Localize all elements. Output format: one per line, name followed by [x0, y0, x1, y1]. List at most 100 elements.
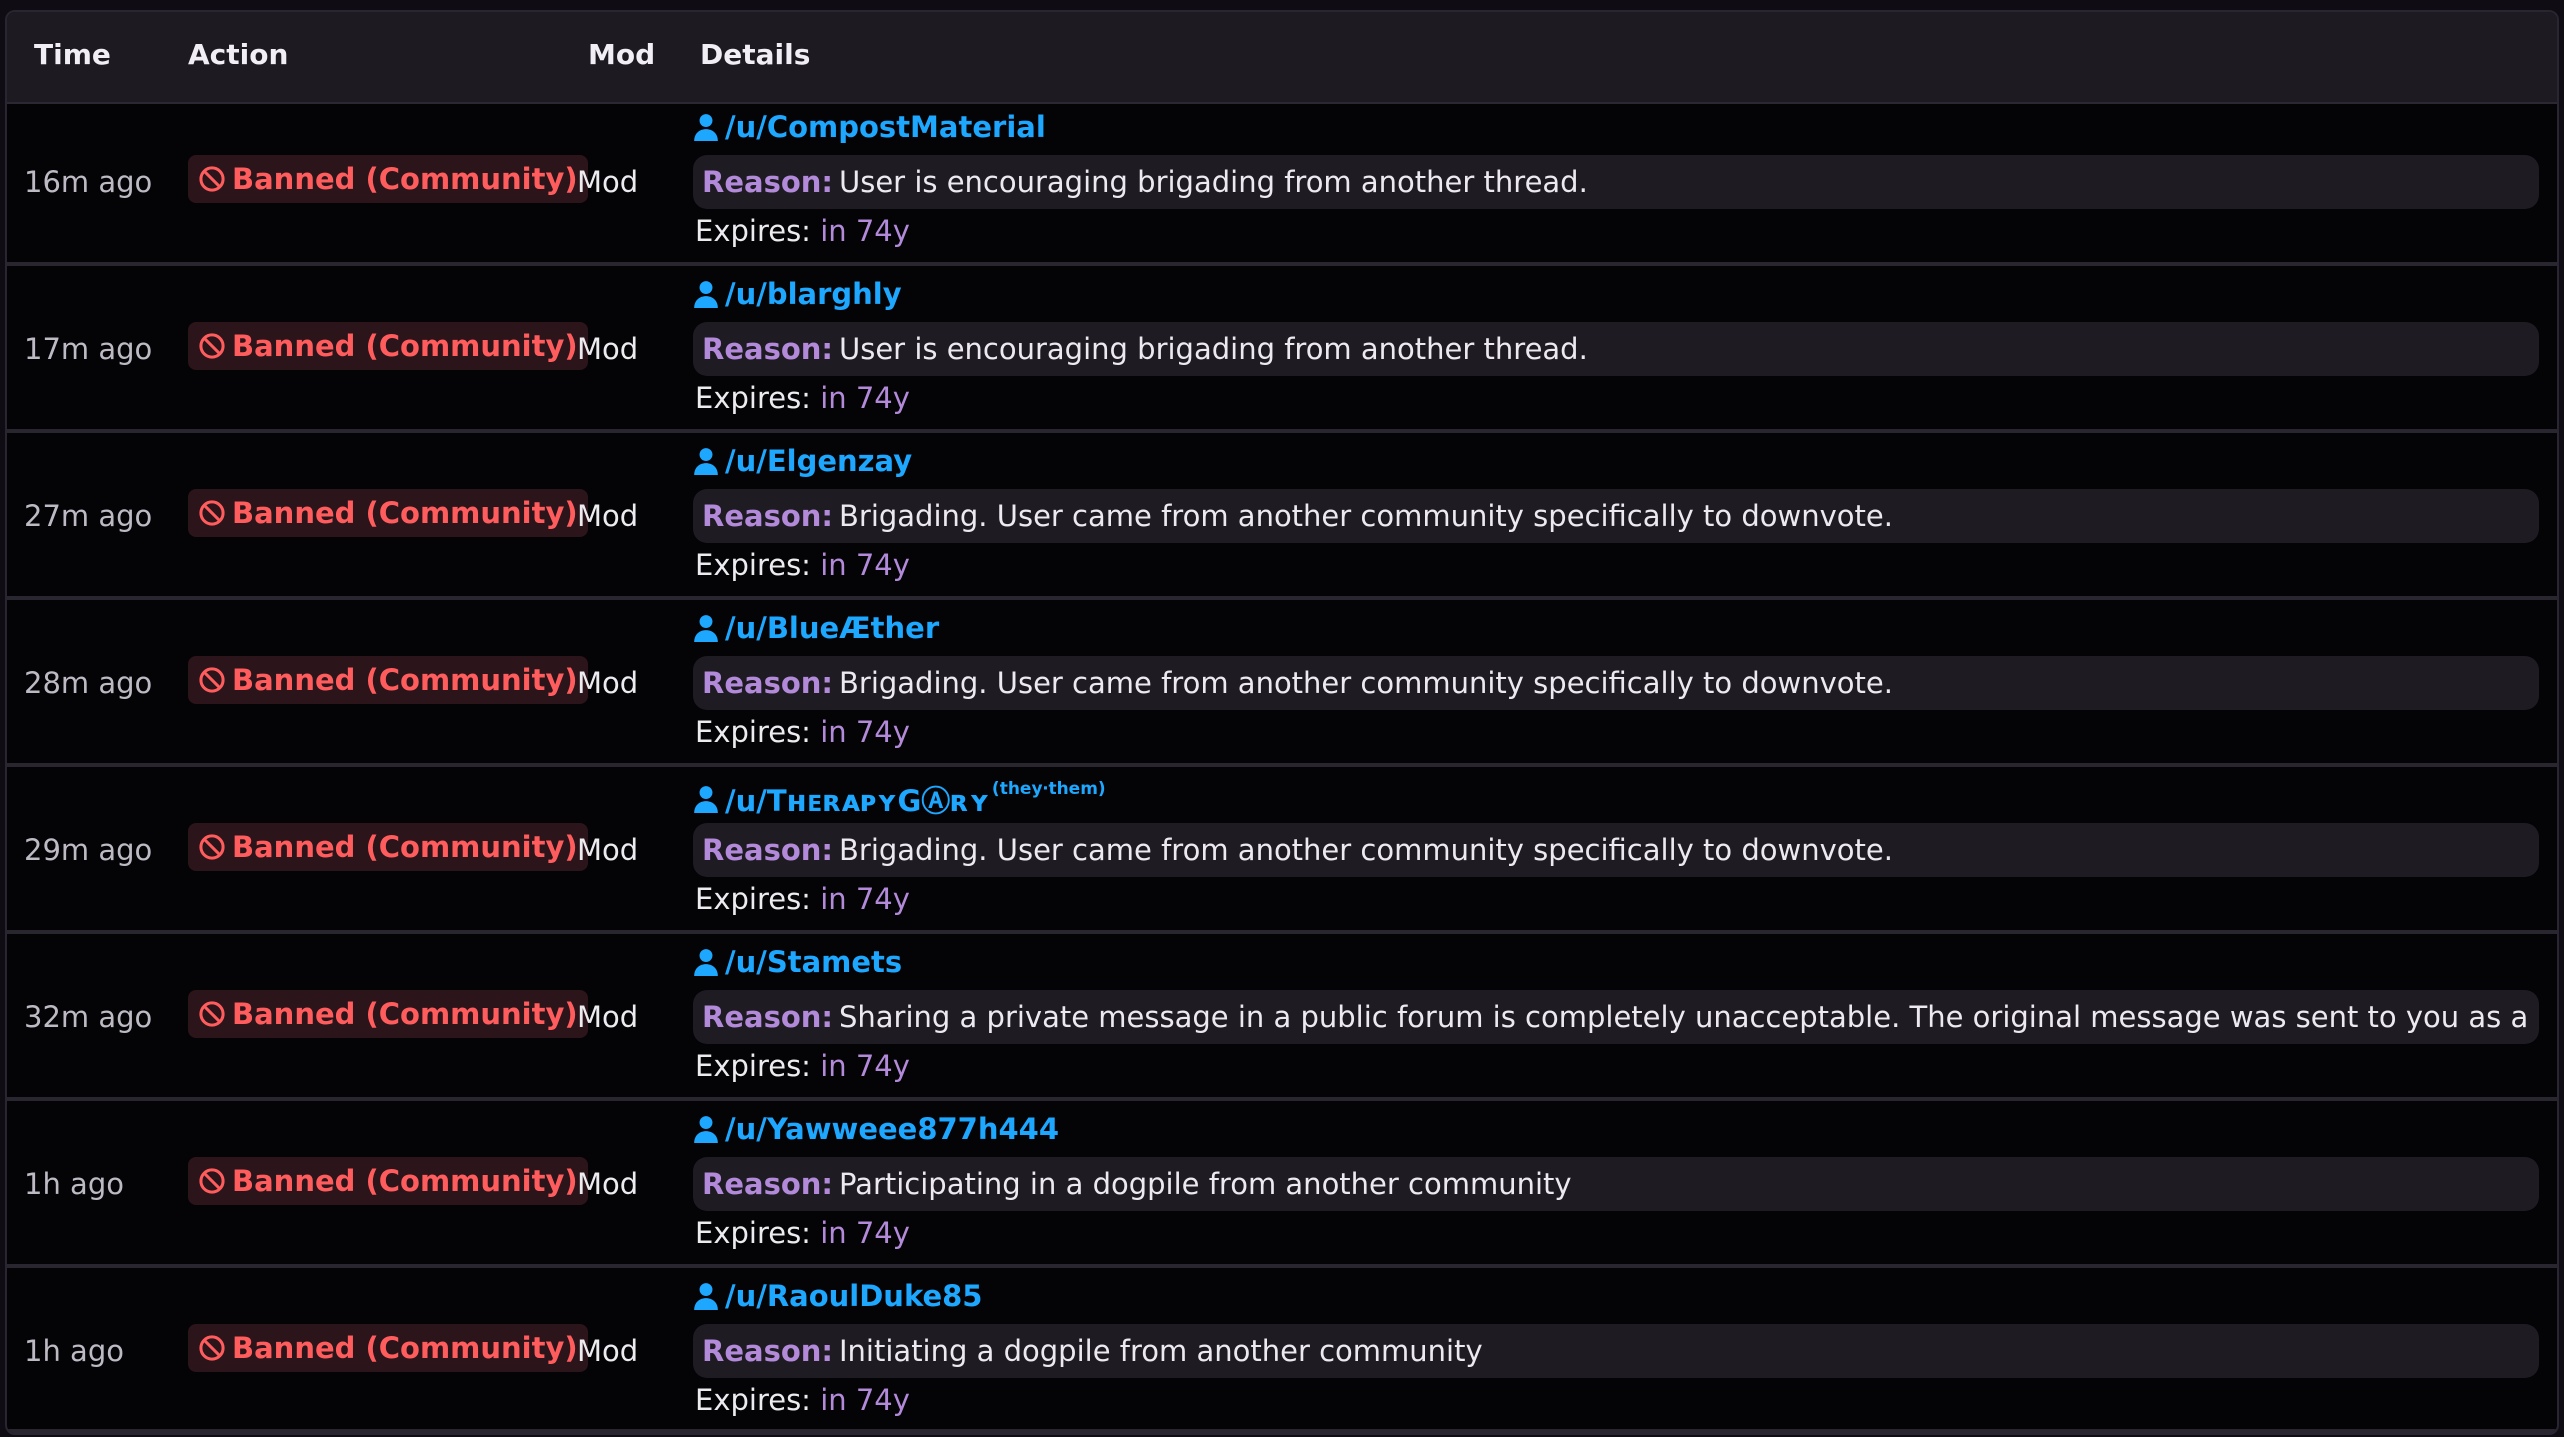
action-badge: Banned (Community): [188, 1157, 588, 1205]
action-label: Banned (Community): [232, 496, 578, 530]
username: /u/RaoulDuke85: [725, 1279, 983, 1313]
mod-cell: Mod: [577, 1334, 639, 1368]
action-label: Banned (Community): [232, 997, 578, 1031]
user-icon: [693, 447, 725, 475]
action-label: Banned (Community): [232, 162, 578, 196]
header-action[interactable]: Action: [188, 38, 288, 71]
expires-label: Expires:: [695, 214, 811, 248]
expires-line: Expires: in 74y: [695, 882, 910, 916]
username: /u/BlueÆther: [725, 611, 940, 645]
user-icon: [693, 785, 725, 813]
ban-icon: [198, 666, 232, 694]
reason-label: Reason:: [702, 1000, 833, 1034]
ban-icon: [198, 499, 232, 527]
expires-value: in 74y: [820, 715, 910, 749]
ban-icon: [198, 833, 232, 861]
header-time[interactable]: Time: [34, 38, 111, 71]
reason-box: Reason: Brigading. User came from another…: [693, 823, 2539, 877]
ban-icon: [198, 1334, 232, 1362]
user-link[interactable]: /u/Stamets: [693, 945, 904, 979]
username: /u/Yawweee877h444: [725, 1112, 1060, 1146]
mod-cell: Mod: [577, 833, 639, 867]
pronouns: (they‧them): [991, 779, 1106, 799]
action-badge: Banned (Community): [188, 1324, 588, 1372]
table-header: Time Action Mod Details: [7, 12, 2557, 104]
expires-label: Expires:: [695, 1216, 811, 1250]
modlog-table: Time Action Mod Details 16m ago Banned (C…: [5, 10, 2559, 1435]
table-row: 29m ago Banned (Community) Mod/u/TʜᴇʀᴀᴘʏGⒶ…: [7, 770, 2557, 934]
user-link[interactable]: /u/BlueÆther: [693, 611, 941, 645]
reason-label: Reason:: [702, 499, 833, 533]
reason-label: Reason:: [702, 1167, 833, 1201]
username: /u/CompostMaterial: [725, 110, 1046, 144]
reason-text: Brigading. User came from another commun…: [839, 833, 1893, 867]
action-badge: Banned (Community): [188, 656, 588, 704]
table-row: 1h ago Banned (Community) Mod/u/Yawweee877…: [7, 1104, 2557, 1268]
table-row: 1h ago Banned (Community) Mod/u/RaoulDuke8…: [7, 1271, 2557, 1433]
ban-icon: [198, 165, 232, 193]
action-badge: Banned (Community): [188, 823, 588, 871]
user-link[interactable]: /u/Yawweee877h444: [693, 1112, 1061, 1146]
user-link[interactable]: /u/TʜᴇʀᴀᴘʏGⒶʀʏ (they‧them): [693, 778, 1106, 820]
reason-box: Reason: Brigading. User came from another…: [693, 656, 2539, 710]
time-cell[interactable]: 1h ago: [24, 1167, 124, 1201]
user-link[interactable]: /u/CompostMaterial: [693, 110, 1048, 144]
username: /u/Elgenzay: [725, 444, 913, 478]
mod-cell: Mod: [577, 666, 639, 700]
expires-value: in 74y: [820, 1383, 910, 1417]
expires-value: in 74y: [820, 1049, 910, 1083]
header-details[interactable]: Details: [700, 38, 810, 71]
mod-cell: Mod: [577, 1167, 639, 1201]
username: /u/TʜᴇʀᴀᴘʏGⒶʀʏ: [725, 784, 990, 818]
time-cell[interactable]: 1h ago: [24, 1334, 124, 1368]
expires-line: Expires: in 74y: [695, 1216, 910, 1250]
time-cell[interactable]: 29m ago: [24, 833, 152, 867]
mod-cell: Mod: [577, 1000, 639, 1034]
time-cell[interactable]: 28m ago: [24, 666, 152, 700]
reason-box: Reason: Participating in a dogpile from a…: [693, 1157, 2539, 1211]
expires-label: Expires:: [695, 1383, 811, 1417]
ban-icon: [198, 1167, 232, 1195]
user-icon: [693, 1282, 725, 1310]
expires-line: Expires: in 74y: [695, 548, 910, 582]
ban-icon: [198, 1000, 232, 1028]
user-link[interactable]: /u/blarghly: [693, 277, 904, 311]
expires-line: Expires: in 74y: [695, 381, 910, 415]
reason-box: Reason: Sharing a private message in a pu…: [693, 990, 2539, 1044]
header-mod[interactable]: Mod: [588, 38, 655, 71]
table-row: 17m ago Banned (Community) Mod/u/blarghly R…: [7, 269, 2557, 433]
expires-label: Expires:: [695, 548, 811, 582]
reason-text: Participating in a dogpile from another …: [839, 1167, 1572, 1201]
expires-label: Expires:: [695, 381, 811, 415]
reason-text: User is encouraging brigading from anoth…: [839, 165, 1588, 199]
action-badge: Banned (Community): [188, 322, 588, 370]
time-cell[interactable]: 17m ago: [24, 332, 152, 366]
reason-text: Brigading. User came from another commun…: [839, 499, 1893, 533]
action-label: Banned (Community): [232, 1164, 578, 1198]
action-label: Banned (Community): [232, 1331, 578, 1365]
ban-icon: [198, 332, 232, 360]
mod-cell: Mod: [577, 499, 639, 533]
user-link[interactable]: /u/RaoulDuke85: [693, 1279, 985, 1313]
expires-label: Expires:: [695, 1049, 811, 1083]
user-icon: [693, 614, 725, 642]
action-badge: Banned (Community): [188, 155, 588, 203]
table-row: 28m ago Banned (Community) Mod/u/BlueÆther…: [7, 603, 2557, 767]
reason-text: User is encouraging brigading from anoth…: [839, 332, 1588, 366]
reason-text: Brigading. User came from another commun…: [839, 666, 1893, 700]
table-row: 27m ago Banned (Community) Mod/u/Elgenzay R…: [7, 436, 2557, 600]
expires-line: Expires: in 74y: [695, 1049, 910, 1083]
user-link[interactable]: /u/Elgenzay: [693, 444, 914, 478]
reason-label: Reason:: [702, 332, 833, 366]
time-cell[interactable]: 16m ago: [24, 165, 152, 199]
horizontal-scrollbar[interactable]: [7, 1429, 2557, 1433]
action-badge: Banned (Community): [188, 489, 588, 537]
time-cell[interactable]: 27m ago: [24, 499, 152, 533]
expires-value: in 74y: [820, 1216, 910, 1250]
reason-box: Reason: Brigading. User came from another…: [693, 489, 2539, 543]
mod-cell: Mod: [577, 332, 639, 366]
expires-line: Expires: in 74y: [695, 1383, 910, 1417]
expires-line: Expires: in 74y: [695, 715, 910, 749]
table-row: 32m ago Banned (Community) Mod/u/Stamets Re…: [7, 937, 2557, 1101]
time-cell[interactable]: 32m ago: [24, 1000, 152, 1034]
